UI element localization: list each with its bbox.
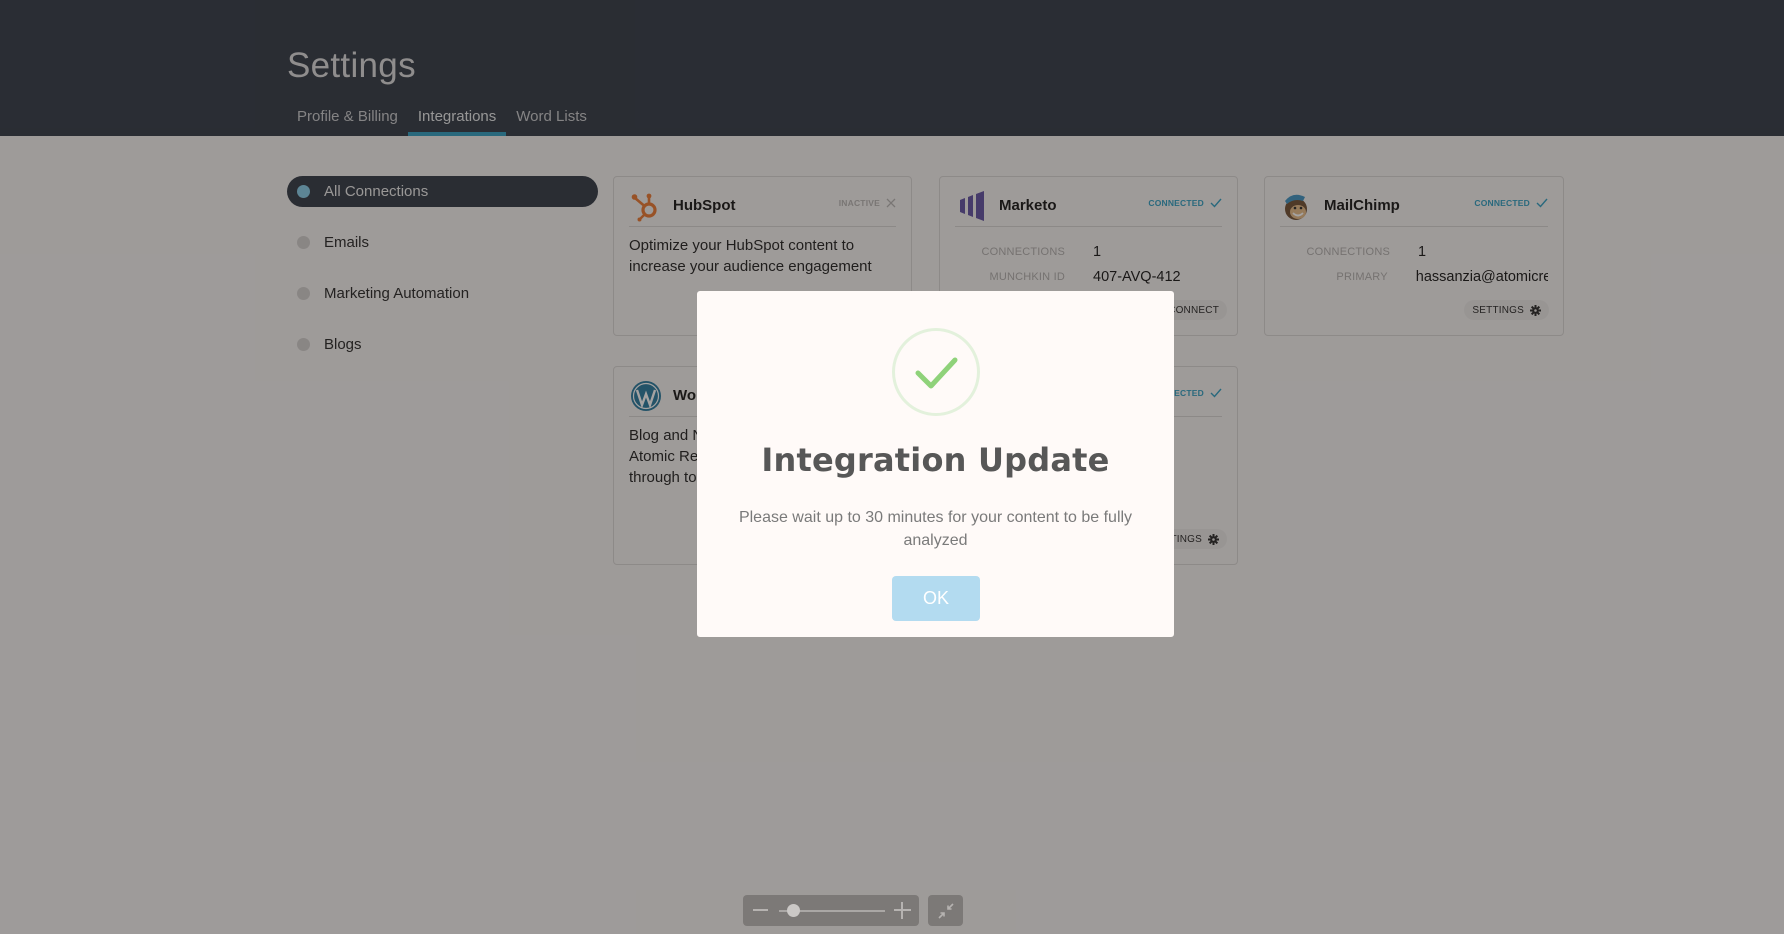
zoom-in-icon[interactable] bbox=[894, 902, 911, 919]
dialog-title: Integration Update bbox=[761, 441, 1110, 479]
zoom-slider-handle[interactable] bbox=[787, 904, 801, 917]
dialog-message: Please wait up to 30 minutes for your co… bbox=[738, 509, 1133, 549]
ok-button[interactable]: OK bbox=[892, 576, 980, 621]
zoom-control bbox=[743, 895, 919, 926]
fit-screen-button[interactable] bbox=[928, 895, 963, 926]
zoom-out-icon[interactable] bbox=[753, 909, 768, 911]
success-check-icon bbox=[892, 328, 980, 416]
compress-arrows-icon bbox=[937, 902, 954, 919]
integration-update-dialog: Integration Update Please wait up to 30 … bbox=[697, 291, 1174, 637]
